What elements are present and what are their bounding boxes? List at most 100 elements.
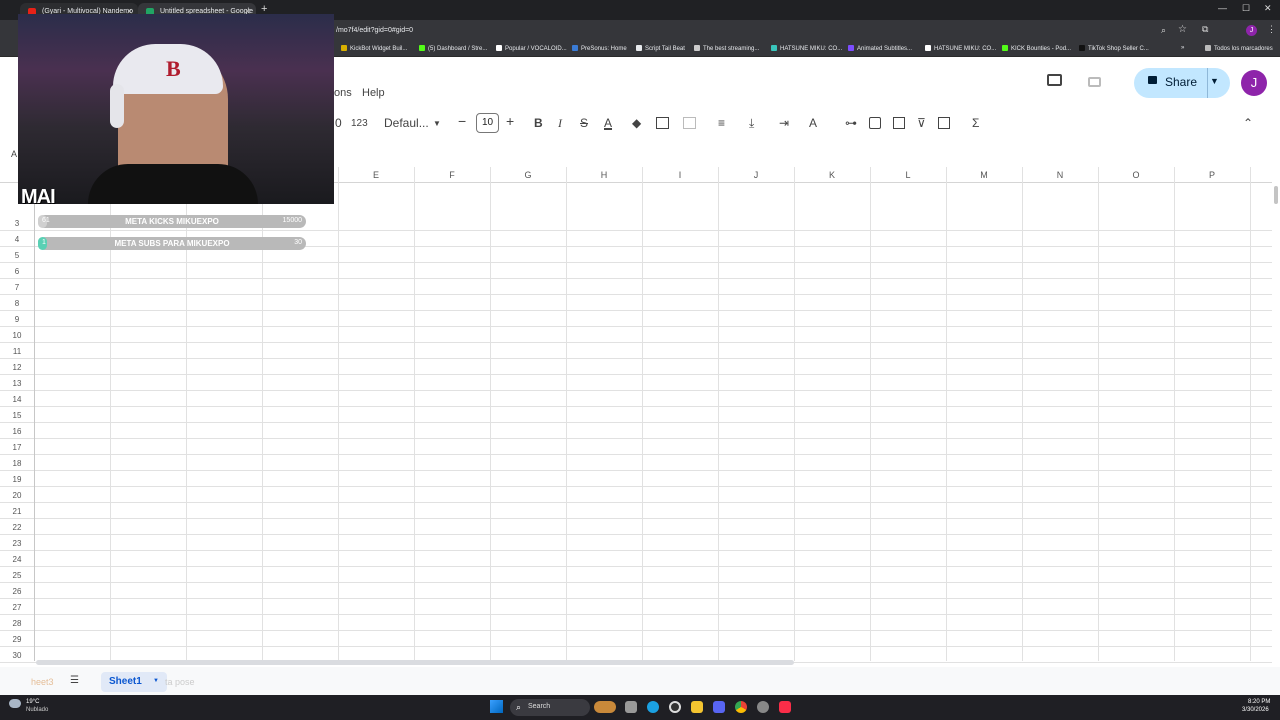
name-box[interactable]: A xyxy=(11,149,17,159)
row-header[interactable]: 9 xyxy=(0,315,34,324)
minimize-icon[interactable]: — xyxy=(1218,3,1227,13)
decrease-font-size-button[interactable]: − xyxy=(458,113,466,129)
bookmark-item[interactable]: HATSUNE MIKU: CO... xyxy=(771,45,842,52)
row-header[interactable]: 4 xyxy=(0,235,34,244)
sheet-tab-dropdown-icon[interactable]: ▼ xyxy=(153,678,159,684)
merge-cells-icon[interactable] xyxy=(683,117,696,129)
row-header[interactable]: 15 xyxy=(0,411,34,420)
column-header-m[interactable]: M xyxy=(974,170,994,180)
row-header[interactable]: 23 xyxy=(0,539,34,548)
row-header[interactable]: 6 xyxy=(0,267,34,276)
row-header[interactable]: 29 xyxy=(0,635,34,644)
widget-food-icon[interactable] xyxy=(594,701,616,713)
row-header[interactable]: 19 xyxy=(0,475,34,484)
row-header[interactable]: 21 xyxy=(0,507,34,516)
column-header-h[interactable]: H xyxy=(594,170,614,180)
clock-time[interactable]: 8:20 PM xyxy=(1248,699,1270,705)
collapse-menu-icon[interactable]: ⌃ xyxy=(1243,116,1253,130)
bookmark-item[interactable]: Script Tail Beat xyxy=(636,45,685,52)
row-header[interactable]: 10 xyxy=(0,331,34,340)
task-view-icon[interactable] xyxy=(625,701,637,713)
menu-extensions[interactable]: ons xyxy=(334,87,352,99)
row-header[interactable]: 18 xyxy=(0,459,34,468)
bookmark-item[interactable]: HATSUNE MIKU: CO... xyxy=(925,45,996,52)
font-family-dropdown-icon[interactable]: ▼ xyxy=(433,119,441,128)
bold-button[interactable]: B xyxy=(534,116,543,130)
bookmark-item[interactable]: Animated Subtitles... xyxy=(848,45,912,52)
edge-icon[interactable] xyxy=(647,701,659,713)
row-header[interactable]: 24 xyxy=(0,555,34,564)
increase-font-size-button[interactable]: + xyxy=(506,113,514,129)
row-header[interactable]: 3 xyxy=(0,219,34,228)
bookmarks-folder[interactable]: Todos los marcadores xyxy=(1205,45,1273,52)
comment-icon[interactable] xyxy=(1047,74,1062,86)
column-header-j[interactable]: J xyxy=(746,170,766,180)
row-header[interactable]: 12 xyxy=(0,363,34,372)
extensions-icon[interactable]: ⧉ xyxy=(1202,24,1208,35)
url-field[interactable]: /mo7f4/edit?gid=0#gid=0 xyxy=(336,27,413,34)
horizontal-align-icon[interactable]: ≡ xyxy=(718,116,725,130)
profile-avatar[interactable]: J xyxy=(1246,25,1257,36)
weather-temp[interactable]: 19°C xyxy=(26,699,39,705)
row-header[interactable]: 25 xyxy=(0,571,34,580)
bookmark-item[interactable]: (5) Dashboard / Stre... xyxy=(419,45,487,52)
column-header-n[interactable]: N xyxy=(1050,170,1070,180)
settings-icon[interactable] xyxy=(757,701,769,713)
column-header-k[interactable]: K xyxy=(822,170,842,180)
column-header-o[interactable]: O xyxy=(1126,170,1146,180)
row-header[interactable]: 26 xyxy=(0,587,34,596)
row-header[interactable]: 16 xyxy=(0,427,34,436)
all-sheets-icon[interactable]: ☰ xyxy=(70,675,79,686)
row-header[interactable]: 13 xyxy=(0,379,34,388)
horizontal-scrollbar[interactable] xyxy=(36,660,794,665)
column-header-i[interactable]: I xyxy=(670,170,690,180)
vertical-scrollbar[interactable] xyxy=(1274,186,1278,204)
row-header[interactable]: 17 xyxy=(0,443,34,452)
strikethrough-button[interactable]: S xyxy=(580,116,588,130)
filter-icon[interactable]: ⊽ xyxy=(917,116,926,130)
bookmark-item[interactable]: KICK Bounties - Pod... xyxy=(1002,45,1071,52)
meet-icon[interactable] xyxy=(1088,77,1101,87)
menu-help[interactable]: Help xyxy=(362,87,385,99)
font-size-input[interactable]: 10 xyxy=(476,113,499,133)
filter-views-icon[interactable] xyxy=(938,117,950,129)
bookmark-item[interactable]: PreSonus: Home xyxy=(572,45,627,52)
file-explorer-icon[interactable] xyxy=(691,701,703,713)
zoom-icon[interactable]: ⌕ xyxy=(1161,25,1166,36)
chrome-menu-icon[interactable]: ⋮ xyxy=(1267,24,1276,35)
row-header[interactable]: 7 xyxy=(0,283,34,292)
column-header-l[interactable]: L xyxy=(898,170,918,180)
row-header[interactable]: 27 xyxy=(0,603,34,612)
column-header-p[interactable]: P xyxy=(1202,170,1222,180)
text-rotation-icon[interactable]: A xyxy=(809,116,817,130)
more-formats-button[interactable]: 123 xyxy=(351,118,368,129)
row-header[interactable]: 28 xyxy=(0,619,34,628)
share-dropdown-icon[interactable]: ▼ xyxy=(1210,76,1219,86)
music-app-icon[interactable] xyxy=(779,701,791,713)
more-bookmarks-icon[interactable]: » xyxy=(1181,45,1184,51)
zoom-partial[interactable]: 0 xyxy=(335,116,342,130)
column-header-e[interactable]: E xyxy=(366,170,386,180)
row-header[interactable]: 5 xyxy=(0,251,34,260)
row-header[interactable]: 30 xyxy=(0,651,34,660)
italic-button[interactable]: I xyxy=(558,116,562,131)
column-header-f[interactable]: F xyxy=(442,170,462,180)
fill-color-icon[interactable]: ◆ xyxy=(632,116,641,130)
functions-button[interactable]: Σ xyxy=(972,116,979,130)
font-family-select[interactable]: Defaul... xyxy=(384,116,429,130)
bookmark-item[interactable]: The best streaming... xyxy=(694,45,759,52)
bookmark-item[interactable]: KickBot Widget Buil... xyxy=(341,45,407,52)
vertical-align-icon[interactable]: ⤓ xyxy=(749,116,754,131)
maximize-icon[interactable]: ☐ xyxy=(1242,3,1250,14)
insert-comment-icon[interactable] xyxy=(869,117,881,129)
bookmark-star-icon[interactable]: ☆ xyxy=(1178,24,1187,35)
close-window-icon[interactable]: ✕ xyxy=(1264,3,1272,14)
discord-icon[interactable] xyxy=(713,701,725,713)
insert-link-icon[interactable]: ⊶ xyxy=(845,116,857,130)
insert-chart-icon[interactable] xyxy=(893,117,905,129)
bookmark-item[interactable]: Popular / VOCALOID... xyxy=(496,45,567,52)
row-header[interactable]: 11 xyxy=(0,347,34,356)
text-wrap-icon[interactable]: ⇥ xyxy=(779,116,789,130)
start-icon[interactable] xyxy=(490,700,503,713)
column-header-g[interactable]: G xyxy=(518,170,538,180)
